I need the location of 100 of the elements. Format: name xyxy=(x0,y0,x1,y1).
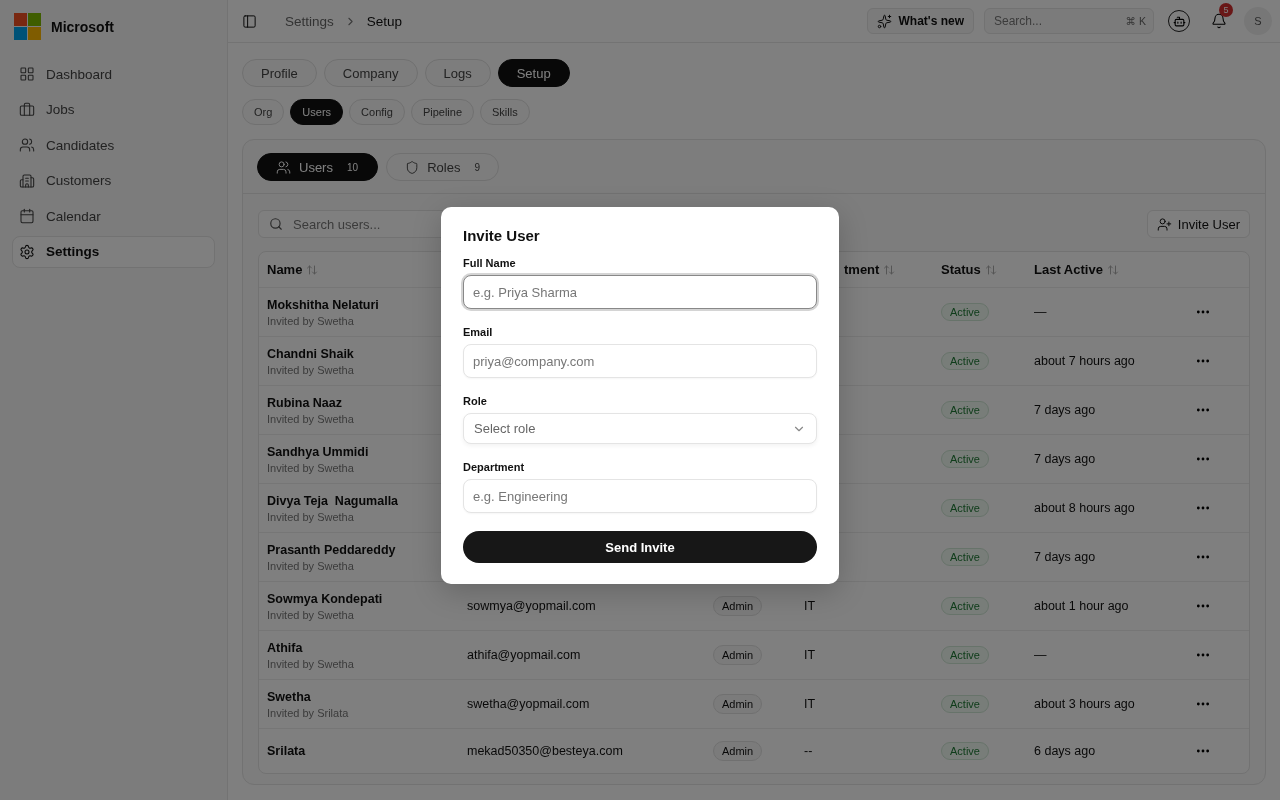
status-tag: Active xyxy=(941,352,989,370)
nav-item[interactable]: Calendar xyxy=(12,200,215,232)
department: IT xyxy=(804,599,817,613)
sort-icon xyxy=(1106,263,1119,276)
breadcrumb-item[interactable]: Settings xyxy=(285,13,334,29)
status-tag: Active xyxy=(941,695,989,713)
role-select[interactable]: Select role xyxy=(463,413,817,444)
user-name: Sandhya Ummidi xyxy=(267,444,370,459)
user-email: sowmya@yopmail.com xyxy=(467,599,597,613)
invited-by: Invited by Swetha xyxy=(267,363,355,376)
search-field[interactable]: Search... ⌘ K xyxy=(984,8,1154,34)
user-name: Prasanth Peddareddy xyxy=(267,542,397,557)
breadcrumb-item: Setup xyxy=(366,13,403,29)
department: -- xyxy=(804,744,814,758)
subtab[interactable]: Skills xyxy=(480,99,530,125)
status-tag: Active xyxy=(941,597,989,615)
column-header[interactable]: Last Active xyxy=(1034,262,1103,277)
invited-by: Invited by Swetha xyxy=(267,510,355,523)
subtab[interactable]: Config xyxy=(349,99,405,125)
sort-icon xyxy=(306,263,319,276)
input-field[interactable]: e.g. Priya Sharma xyxy=(463,275,817,309)
user-name: Sowmya Kondepati xyxy=(267,591,384,606)
shortcut-hint: ⌘ K xyxy=(1125,15,1146,27)
invited-by: Invited by Swetha xyxy=(267,559,355,572)
last-active: 7 days ago xyxy=(1034,452,1097,466)
users-icon xyxy=(19,137,35,153)
invited-by: Invited by Swetha xyxy=(267,314,355,327)
notification-count: 5 xyxy=(1219,3,1233,17)
user-email: mekad50350@besteya.com xyxy=(467,744,624,758)
last-active: — xyxy=(1034,648,1048,662)
last-active: 7 days ago xyxy=(1034,403,1097,417)
department: IT xyxy=(804,697,817,711)
nav-item[interactable]: Customers xyxy=(12,164,215,197)
last-active: about 8 hours ago xyxy=(1034,501,1136,515)
field-label: Full Name xyxy=(463,257,517,269)
user-name: Mokshitha Nelaturi xyxy=(267,297,380,312)
user-name: Chandni Shaik xyxy=(267,346,355,361)
subtab[interactable]: Pipeline xyxy=(410,99,474,125)
search-input[interactable]: Search... xyxy=(992,13,1126,29)
status-tag: Active xyxy=(941,646,989,664)
last-active: about 3 hours ago xyxy=(1034,697,1136,711)
status-tag: Active xyxy=(941,401,989,419)
last-active: about 7 hours ago xyxy=(1034,354,1136,368)
nav-item[interactable]: Settings xyxy=(12,235,215,268)
bot-icon xyxy=(1172,14,1186,28)
calendar-icon xyxy=(19,208,35,224)
status-tag: Active xyxy=(941,742,989,760)
search-icon xyxy=(269,217,283,231)
field-label: Email xyxy=(463,326,494,338)
nav-item[interactable]: Candidates xyxy=(12,129,215,161)
section-tab[interactable]: Users 10 xyxy=(257,153,378,181)
role-tag: Admin xyxy=(713,596,763,616)
invite-user-button[interactable]: Invite User xyxy=(1146,210,1250,238)
notifications-button[interactable]: 5 xyxy=(1204,6,1234,36)
user-avatar[interactable]: S xyxy=(1244,7,1272,35)
status-tag: Active xyxy=(941,303,989,321)
briefcase-icon xyxy=(19,101,35,118)
column-header[interactable]: Status xyxy=(941,262,981,277)
user-plus-icon xyxy=(1156,216,1172,232)
field-label: Role xyxy=(463,395,488,407)
last-active: 6 days ago xyxy=(1034,744,1097,758)
user-name: Swetha xyxy=(267,689,312,704)
tab[interactable]: Company xyxy=(323,59,418,87)
user-name: Divya Teja Nagumalla xyxy=(267,493,400,508)
last-active: — xyxy=(1034,305,1048,319)
brand-name: Microsoft xyxy=(51,18,114,35)
user-email: athifa@yopmail.com xyxy=(467,648,582,662)
subtab[interactable]: Org xyxy=(242,99,285,125)
status-tag: Active xyxy=(941,499,989,517)
role-tag: Admin xyxy=(713,741,763,761)
tab[interactable]: Setup xyxy=(497,59,570,87)
whats-new-button[interactable]: What's new xyxy=(867,8,974,34)
shield-icon xyxy=(405,159,420,175)
role-tag: Admin xyxy=(713,645,763,665)
building-icon xyxy=(19,172,35,189)
section-tab[interactable]: Roles 9 xyxy=(386,153,499,181)
status-tag: Active xyxy=(941,450,989,468)
nav-item[interactable]: Dashboard xyxy=(12,58,215,90)
invited-by: Invited by Swetha xyxy=(267,657,355,670)
user-name: Athifa xyxy=(267,640,304,655)
tab[interactable]: Profile xyxy=(242,59,317,87)
send-invite-button[interactable]: Send Invite xyxy=(463,531,817,563)
field-label: Department xyxy=(463,461,526,473)
users-icon xyxy=(276,159,291,175)
subtab[interactable]: Users xyxy=(290,99,344,125)
nav-item[interactable]: Jobs xyxy=(12,93,215,126)
sort-icon xyxy=(984,263,997,276)
column-header[interactable]: Name xyxy=(267,262,303,277)
invited-by: Invited by Srilata xyxy=(267,706,350,719)
sidebar-toggle-icon[interactable] xyxy=(242,13,257,29)
invited-by: Invited by Swetha xyxy=(267,412,355,425)
role-tag: Admin xyxy=(713,694,763,714)
sort-icon xyxy=(883,263,896,276)
bell-icon xyxy=(1211,13,1227,29)
status-tag: Active xyxy=(941,548,989,566)
column-header[interactable]: tment xyxy=(844,262,880,277)
logo-icon xyxy=(14,13,41,40)
user-email: swetha@yopmail.com xyxy=(467,697,591,711)
tab[interactable]: Logs xyxy=(424,59,491,87)
last-active: about 1 hour ago xyxy=(1034,599,1130,613)
